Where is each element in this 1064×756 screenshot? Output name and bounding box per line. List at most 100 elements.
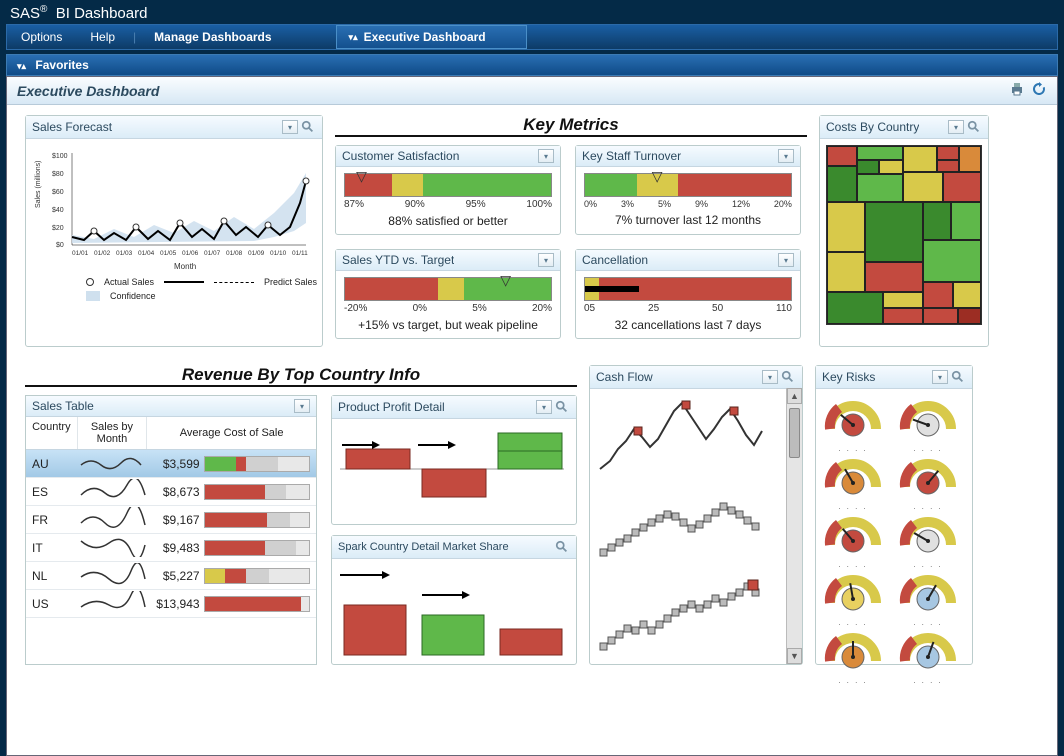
risk-gauge[interactable]: . . . . xyxy=(897,453,959,505)
cell-country: ES xyxy=(26,485,78,499)
panel-sales-forecast: Sales Forecast ▾ Sales (millions) $100$8… xyxy=(25,115,323,347)
risk-gauge[interactable]: . . . . xyxy=(897,569,959,621)
bullet-gauge: ▽ xyxy=(584,173,792,197)
cell-country: NL xyxy=(26,569,78,583)
svg-text:01/08: 01/08 xyxy=(226,250,243,257)
panel-title: Sales Forecast xyxy=(32,120,112,134)
svg-text:01/01: 01/01 xyxy=(72,250,89,257)
scroll-thumb[interactable] xyxy=(789,408,800,458)
table-row[interactable]: US $13,943 xyxy=(26,590,316,618)
cell-country: IT xyxy=(26,541,78,555)
bullet-gauge: ▽ xyxy=(344,277,552,301)
svg-text:Sales (millions): Sales (millions) xyxy=(35,161,42,208)
scrollbar[interactable]: ▲ ▼ xyxy=(786,388,802,664)
panel-sales-ytd: Sales YTD vs. Target ▾ ▽ -20%0%5%20% +15… xyxy=(335,249,561,339)
magnifier-icon[interactable] xyxy=(780,369,796,385)
cell-cost: $9,167 xyxy=(148,512,316,528)
panel-menu-icon[interactable]: ▾ xyxy=(762,370,778,384)
svg-text:$80: $80 xyxy=(52,171,64,178)
risk-gauge[interactable]: . . . . xyxy=(822,453,884,505)
cell-sparkline xyxy=(78,451,148,476)
nav-manage-dashboards[interactable]: Manage Dashboards xyxy=(140,24,285,50)
cell-sparkline xyxy=(78,535,148,560)
svg-text:01/04: 01/04 xyxy=(138,250,155,257)
nav-help[interactable]: Help xyxy=(76,24,129,50)
top-nav: Options Help | Manage Dashboards ▾▴ Exec… xyxy=(6,24,1058,50)
active-dashboard-tab[interactable]: ▾▴ Executive Dashboard xyxy=(336,25,527,49)
panel-menu-icon[interactable]: ▾ xyxy=(948,120,964,134)
refresh-icon[interactable] xyxy=(1031,81,1047,100)
page-header: Executive Dashboard xyxy=(7,77,1057,105)
panel-menu-icon[interactable]: ▾ xyxy=(538,149,554,163)
panel-menu-icon[interactable]: ▾ xyxy=(778,149,794,163)
svg-text:01/02: 01/02 xyxy=(94,250,111,257)
cell-sparkline xyxy=(78,563,148,588)
mini-bar xyxy=(204,456,310,472)
table-row[interactable]: FR $9,167 xyxy=(26,506,316,534)
risk-gauge[interactable]: . . . . xyxy=(822,569,884,621)
panel-menu-icon[interactable]: ▾ xyxy=(282,120,298,134)
mini-bar xyxy=(204,568,310,584)
forecast-legend: Actual SalesPredict Sales Confidence xyxy=(26,273,322,307)
nav-options[interactable]: Options xyxy=(7,24,76,50)
mini-bar xyxy=(204,540,310,556)
cell-cost: $3,599 xyxy=(148,456,316,472)
treemap[interactable] xyxy=(826,145,982,325)
svg-text:01/05: 01/05 xyxy=(160,250,177,257)
risk-gauge[interactable]: . . . . xyxy=(822,627,884,679)
panel-menu-icon[interactable]: ▾ xyxy=(536,400,552,414)
magnifier-icon[interactable] xyxy=(554,399,570,415)
cell-cost: $5,227 xyxy=(148,568,316,584)
panel-menu-icon[interactable]: ▾ xyxy=(932,370,948,384)
chevron-icon: ▾▴ xyxy=(17,61,26,71)
table-row[interactable]: ES $8,673 xyxy=(26,478,316,506)
panel-spark-country-detail: Spark Country Detail Market Share xyxy=(331,535,577,665)
spark-chart xyxy=(332,559,572,661)
panel-cash-flow: Cash Flow ▾ xyxy=(589,365,803,665)
print-icon[interactable] xyxy=(1009,81,1025,100)
nav-separator: | xyxy=(129,30,140,44)
cell-cost: $13,943 xyxy=(148,596,316,612)
svg-text:$40: $40 xyxy=(52,207,64,214)
risk-gauge[interactable]: . . . . xyxy=(897,627,959,679)
risk-gauge[interactable]: . . . . xyxy=(897,395,959,447)
app-title: SAS® BI Dashboard xyxy=(0,0,1064,24)
cell-sparkline xyxy=(78,479,148,504)
panel-menu-icon[interactable]: ▾ xyxy=(778,253,794,267)
forecast-chart: Sales (millions) $100$80$60 $40$20$0 xyxy=(34,143,314,273)
cashflow-chart xyxy=(590,389,784,661)
cell-cost: $8,673 xyxy=(148,484,316,500)
panel-key-risks: Key Risks ▾ . . . . . . . . . . . . xyxy=(815,365,973,665)
panel-customer-satisfaction: Customer Satisfaction ▾ ▽ 87%90%95%100% … xyxy=(335,145,561,235)
table-row[interactable]: NL $5,227 xyxy=(26,562,316,590)
svg-text:01/11: 01/11 xyxy=(292,250,308,257)
mini-bar xyxy=(204,484,310,500)
key-metrics-section: Key Metrics Customer Satisfaction ▾ ▽ 87… xyxy=(335,115,807,355)
scroll-up-icon[interactable]: ▲ xyxy=(787,388,802,404)
scroll-down-icon[interactable]: ▼ xyxy=(787,648,802,664)
panel-product-profit-detail: Product Profit Detail ▾ xyxy=(331,395,577,525)
table-row[interactable]: AU $3,599 xyxy=(26,450,316,478)
panel-menu-icon[interactable]: ▾ xyxy=(294,399,310,413)
svg-text:01/06: 01/06 xyxy=(182,250,199,257)
table-row[interactable]: IT $9,483 xyxy=(26,534,316,562)
panel-key-staff-turnover: Key Staff Turnover ▾ ▽ 0%3%5%9%12%20% 7%… xyxy=(575,145,801,235)
magnifier-icon[interactable] xyxy=(554,539,570,555)
risk-gauge[interactable]: . . . . xyxy=(822,395,884,447)
section-title-revenue: Revenue By Top Country Info xyxy=(25,365,577,387)
favorites-bar[interactable]: ▾▴ Favorites xyxy=(6,54,1058,76)
risk-gauge[interactable]: . . . . xyxy=(822,511,884,563)
bullet-gauge xyxy=(584,277,792,301)
panel-menu-icon[interactable]: ▾ xyxy=(538,253,554,267)
panel-sales-table: Sales Table ▾ Country Sales by Month Ave… xyxy=(25,395,317,665)
magnifier-icon[interactable] xyxy=(950,369,966,385)
svg-text:Month: Month xyxy=(174,262,196,271)
cell-country: AU xyxy=(26,457,78,471)
magnifier-icon[interactable] xyxy=(966,119,982,135)
svg-text:01/07: 01/07 xyxy=(204,250,221,257)
cell-sparkline xyxy=(78,507,148,532)
bullet-gauge: ▽ xyxy=(344,173,552,197)
risk-gauge[interactable]: . . . . xyxy=(897,511,959,563)
magnifier-icon[interactable] xyxy=(300,119,316,135)
mini-bar xyxy=(204,596,310,612)
